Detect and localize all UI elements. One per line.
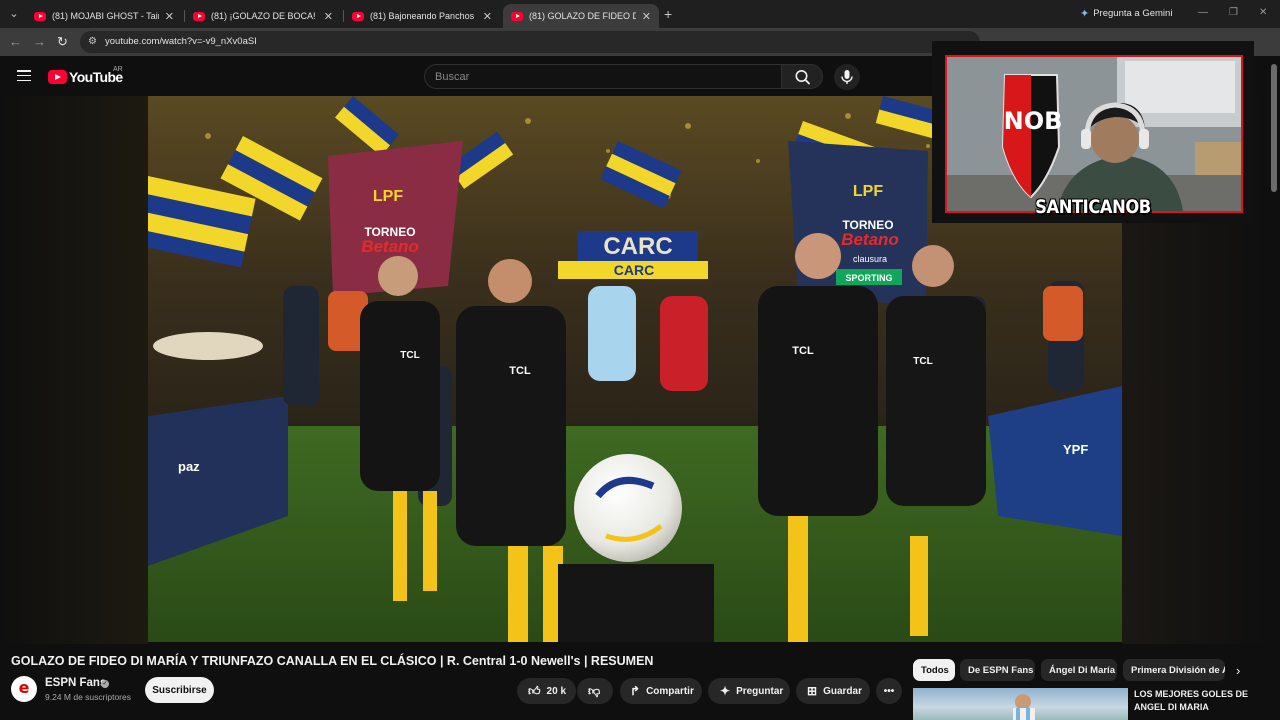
sponsor-ypf: YPF <box>1063 442 1088 457</box>
search-box <box>424 64 823 89</box>
subscriber-count: 9.24 M de suscriptores <box>45 692 131 702</box>
webcam-overlay: NOB SANTICANOB <box>932 41 1254 223</box>
save-label: Guardar <box>823 685 862 697</box>
forward-arrow-icon[interactable]: → <box>33 34 46 49</box>
verified-badge-icon: ✓ <box>101 680 109 688</box>
chip-primera-division[interactable]: Primera División de Ar <box>1123 659 1225 681</box>
like-count: 20 k <box>546 685 567 697</box>
webcam-frame: NOB <box>945 55 1243 213</box>
minimize-icon[interactable]: — <box>1198 7 1208 18</box>
tab-close-icon[interactable]: ✕ <box>642 10 651 23</box>
webcam-scene: NOB <box>947 57 1241 211</box>
back-arrow-icon[interactable]: ← <box>9 34 22 49</box>
browser-tab[interactable]: (81) ¡GOLAZO DE BOCA! ⚽ ( ✕ <box>185 4 341 28</box>
share-arrow-icon: ↱ <box>630 684 641 698</box>
youtube-favicon-icon <box>511 11 523 21</box>
bookmark-icon: ⊞ <box>807 684 818 698</box>
search-input[interactable] <box>424 64 781 89</box>
ambient-glow-left <box>0 96 148 644</box>
youtube-favicon-icon <box>352 11 364 21</box>
youtube-favicon-icon <box>193 11 205 21</box>
tab-title: (81) ¡GOLAZO DE BOCA! ⚽ ( <box>211 10 318 21</box>
shield-nob: NOB <box>1004 107 1063 135</box>
sponsor-tcl: TCL <box>509 365 531 377</box>
save-button[interactable]: ⊞ Guardar <box>796 678 870 704</box>
youtube-play-icon <box>48 70 67 84</box>
youtube-logo[interactable]: YouTube AR <box>48 66 123 85</box>
gemini-button[interactable]: ✦ Pregunta a Gemini <box>1080 7 1172 20</box>
match-ball <box>574 454 682 562</box>
thumbs-up-icon: 👍︎ <box>528 683 541 698</box>
reload-icon[interactable]: ↻ <box>57 34 68 50</box>
dislike-button[interactable]: 👎︎ <box>577 678 613 704</box>
search-button[interactable] <box>781 64 823 89</box>
browser-tab[interactable]: (81) MOJABI GHOST - Tainy, Ba ✕ <box>26 4 182 28</box>
stand-carc: CARC <box>603 233 672 260</box>
browser-tab-active[interactable]: (81) GOLAZO DE FIDEO DI MAR ✕ <box>503 4 659 28</box>
streamer-name: SANTICANOB <box>1035 196 1151 218</box>
tab-close-icon[interactable]: ✕ <box>165 10 174 23</box>
tab-title: (81) GOLAZO DE FIDEO DI MAR <box>529 11 636 21</box>
ask-label: Preguntar <box>736 685 784 697</box>
banner-clausura: clausura <box>853 254 887 264</box>
chip-de-espn-fans[interactable]: De ESPN Fans <box>960 659 1035 681</box>
stand-carc-2: CARC <box>614 262 654 278</box>
youtube-favicon-icon <box>34 11 46 21</box>
region-code: AR <box>113 66 123 73</box>
banner-betano: Betano <box>841 230 899 249</box>
tab-title: (81) MOJABI GHOST - Tainy, Ba <box>52 11 159 21</box>
subscribe-button[interactable]: Suscribirse <box>145 677 214 703</box>
thumbnail-image <box>1013 694 1035 720</box>
sponsor-tcl: TCL <box>400 350 419 361</box>
share-label: Compartir <box>646 685 694 697</box>
banner-lpf: LPF <box>853 183 883 200</box>
sponsor-tcl: TCL <box>792 345 814 357</box>
sparkle-icon: ✦ <box>720 684 731 698</box>
chevron-right-icon[interactable]: › <box>1236 663 1240 678</box>
new-tab-icon[interactable]: + <box>664 6 672 22</box>
more-actions-button[interactable]: ••• <box>876 678 902 704</box>
gemini-label: Pregunta a Gemini <box>1093 8 1173 19</box>
url-text: youtube.com/watch?v=-v9_nXv0aSI <box>105 36 257 47</box>
channel-avatar[interactable] <box>11 676 37 702</box>
chip-angel-di-maria[interactable]: Ángel Di María <box>1041 659 1117 681</box>
address-bar[interactable]: ⚙ youtube.com/watch?v=-v9_nXv0aSI <box>80 31 980 53</box>
scrollbar-thumb[interactable] <box>1271 64 1277 192</box>
sponsor-paz: paz <box>178 459 200 474</box>
browser-tab[interactable]: (81) Bajoneando Panchos con ✕ <box>344 4 500 28</box>
recommendation-title[interactable]: LOS MEJORES GOLES DE ANGEL DI MARIA <box>1134 688 1259 714</box>
banner-lpf: LPF <box>373 188 403 205</box>
thumbs-down-icon: 👎︎ <box>588 683 601 698</box>
video-title: GOLAZO DE FIDEO DI MARÍA Y TRIUNFAZO CAN… <box>11 654 654 668</box>
ask-button[interactable]: ✦ Preguntar <box>708 678 790 704</box>
microphone-icon <box>841 70 853 84</box>
browser-tab-strip: ⌄ (81) MOJABI GHOST - Tainy, Ba ✕ (81) ¡… <box>0 0 1280 28</box>
voice-search-button[interactable] <box>834 64 860 90</box>
tab-title: (81) Bajoneando Panchos con <box>370 11 477 21</box>
search-icon <box>795 70 810 85</box>
more-horizontal-icon: ••• <box>883 685 895 697</box>
banner-sporting: SPORTING <box>845 273 892 283</box>
recommendation-thumbnail[interactable] <box>913 688 1128 720</box>
tab-close-icon[interactable]: ✕ <box>483 10 492 23</box>
sponsor-tcl: TCL <box>913 356 932 367</box>
site-info-icon[interactable]: ⚙ <box>88 36 97 47</box>
gemini-sparkle-icon: ✦ <box>1080 8 1090 20</box>
menu-icon[interactable] <box>17 70 31 82</box>
like-button[interactable]: 👍︎ 20 k <box>517 678 576 704</box>
chip-todos[interactable]: Todos <box>913 659 955 681</box>
banner-betano: Betano <box>361 237 419 256</box>
tab-search-chevron-icon[interactable]: ⌄ <box>6 6 22 22</box>
close-window-icon[interactable]: ✕ <box>1259 7 1267 18</box>
share-button[interactable]: ↱ Compartir <box>620 678 702 704</box>
channel-name[interactable]: ESPN Fans <box>45 677 106 689</box>
tab-close-icon[interactable]: ✕ <box>324 10 333 23</box>
maximize-icon[interactable]: ❐ <box>1229 7 1238 18</box>
